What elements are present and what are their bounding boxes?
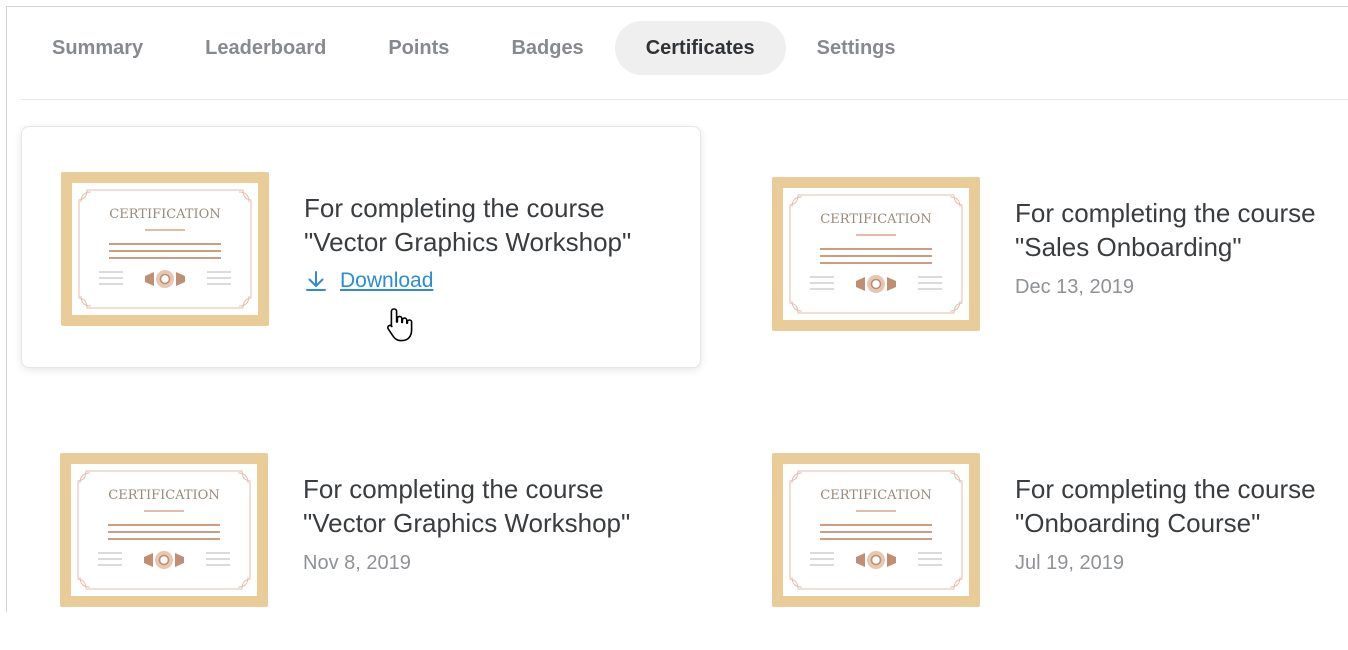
tabs-divider bbox=[21, 99, 1348, 100]
certificate-image: CERTIFICATION bbox=[60, 453, 268, 607]
download-arrow-icon bbox=[306, 271, 326, 291]
tab-leaderboard[interactable]: Leaderboard bbox=[174, 21, 357, 75]
certificate-caption: For completing the course bbox=[1015, 198, 1316, 228]
certificate-date: Jul 19, 2019 bbox=[1015, 552, 1124, 574]
certificates-panel: Summary Leaderboard Points Badges Certif… bbox=[6, 6, 1348, 612]
certificate-image: CERTIFICATION bbox=[772, 177, 980, 331]
download-link[interactable]: Download bbox=[304, 269, 664, 293]
certificate-thumbnail[interactable]: CERTIFICATION bbox=[60, 453, 268, 607]
certificate-card[interactable]: CERTIFICATION For completing the course … bbox=[21, 126, 701, 368]
certificate-course-name: "Onboarding Course" bbox=[1015, 508, 1261, 538]
certificate-course-name: "Vector Graphics Workshop" bbox=[304, 227, 632, 257]
certificate-caption: For completing the course bbox=[303, 474, 604, 504]
hand-pointer-icon bbox=[387, 308, 413, 342]
tab-certificates[interactable]: Certificates bbox=[614, 21, 786, 75]
certificate-course-name: "Vector Graphics Workshop" bbox=[303, 508, 631, 538]
certificate-thumbnail[interactable]: CERTIFICATION bbox=[772, 453, 980, 607]
certificate-image-title: CERTIFICATION bbox=[109, 207, 220, 222]
tab-points[interactable]: Points bbox=[357, 21, 480, 75]
tab-settings[interactable]: Settings bbox=[786, 21, 927, 75]
certificate-image-title: CERTIFICATION bbox=[108, 488, 219, 503]
certificate-image: CERTIFICATION bbox=[61, 172, 269, 326]
certificate-card[interactable]: CERTIFICATION For completing the course … bbox=[21, 408, 701, 650]
certificate-caption: For completing the course bbox=[1015, 474, 1316, 504]
certificate-image-title: CERTIFICATION bbox=[820, 212, 931, 227]
tab-bar: Summary Leaderboard Points Badges Certif… bbox=[21, 21, 927, 75]
certificate-thumbnail[interactable]: CERTIFICATION bbox=[772, 177, 980, 331]
certificate-image: CERTIFICATION bbox=[772, 453, 980, 607]
certificate-card[interactable]: CERTIFICATION For completing the course … bbox=[733, 408, 1348, 650]
download-label: Download bbox=[340, 269, 434, 292]
tab-summary[interactable]: Summary bbox=[21, 21, 174, 75]
certificate-course-name: "Sales Onboarding" bbox=[1015, 232, 1242, 262]
certificate-image-title: CERTIFICATION bbox=[820, 488, 931, 503]
certificate-card[interactable]: CERTIFICATION For completing the course … bbox=[733, 132, 1348, 374]
certificate-date: Nov 8, 2019 bbox=[303, 552, 411, 574]
tab-badges[interactable]: Badges bbox=[480, 21, 614, 75]
certificate-thumbnail[interactable]: CERTIFICATION bbox=[61, 172, 269, 326]
certificate-caption: For completing the course bbox=[304, 193, 605, 223]
certificate-date: Dec 13, 2019 bbox=[1015, 276, 1134, 298]
